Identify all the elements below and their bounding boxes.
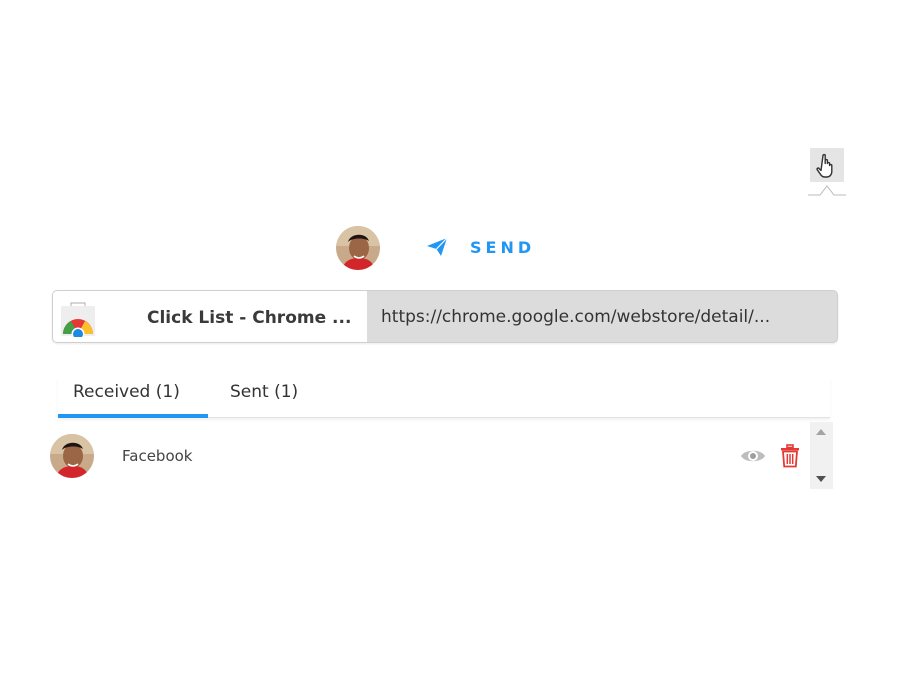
trash-icon[interactable]	[780, 444, 800, 468]
link-card-title-area: Click List - Chrome ...	[53, 291, 367, 342]
active-tab-indicator	[58, 414, 208, 418]
send-button[interactable]: SEND	[426, 232, 535, 262]
paper-plane-icon	[427, 237, 448, 256]
list-item-label: Facebook	[122, 447, 193, 465]
link-card-url: https://chrome.google.com/webstore/detai…	[381, 306, 771, 327]
tab-bar: Received (1) Sent (1)	[58, 378, 830, 418]
arrow-up-icon[interactable]	[816, 429, 826, 435]
tab-received[interactable]: Received (1)	[73, 382, 180, 402]
list-item[interactable]: Facebook	[40, 420, 810, 490]
link-card-title: Click List - Chrome ...	[147, 308, 352, 328]
user-avatar	[50, 434, 94, 478]
tab-sent[interactable]: Sent (1)	[230, 382, 298, 402]
tooltip-pointer	[808, 185, 846, 196]
scrollbar[interactable]	[810, 422, 833, 489]
send-label: SEND	[470, 237, 536, 257]
received-list: Facebook	[40, 420, 834, 490]
chrome-web-store-icon	[61, 302, 95, 337]
link-preview-card[interactable]: Click List - Chrome ... https://chrome.g…	[52, 290, 838, 343]
user-avatar	[336, 226, 380, 270]
hand-pointer-icon	[816, 153, 833, 178]
arrow-down-icon[interactable]	[816, 476, 826, 482]
eye-icon[interactable]	[740, 446, 766, 466]
element-picker-button[interactable]	[810, 148, 844, 182]
